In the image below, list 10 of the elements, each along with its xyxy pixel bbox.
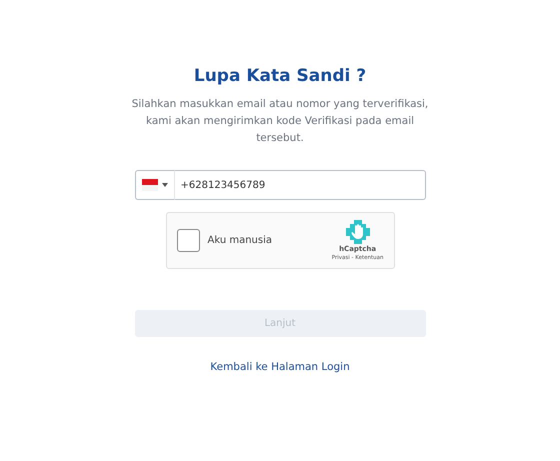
caret-icon (162, 183, 168, 188)
page-title: Lupa Kata Sandi ? (192, 66, 368, 86)
flag-icon (142, 179, 158, 192)
back-to-login-link[interactable]: Kembali ke Halaman Login (210, 361, 350, 374)
captcha-checkbox[interactable] (176, 229, 200, 252)
instruction-text: Silahkan masukkan email atau nomor yang terverifikasi, kami akan mengirimkan kode Verifikasi pada email tersebut. (130, 97, 430, 146)
phone-number-field[interactable]: +628123456789 (174, 170, 426, 200)
hand-logo-icon (346, 220, 370, 244)
country-selector[interactable] (134, 170, 174, 200)
captcha-label: Aku manusia (208, 234, 274, 248)
